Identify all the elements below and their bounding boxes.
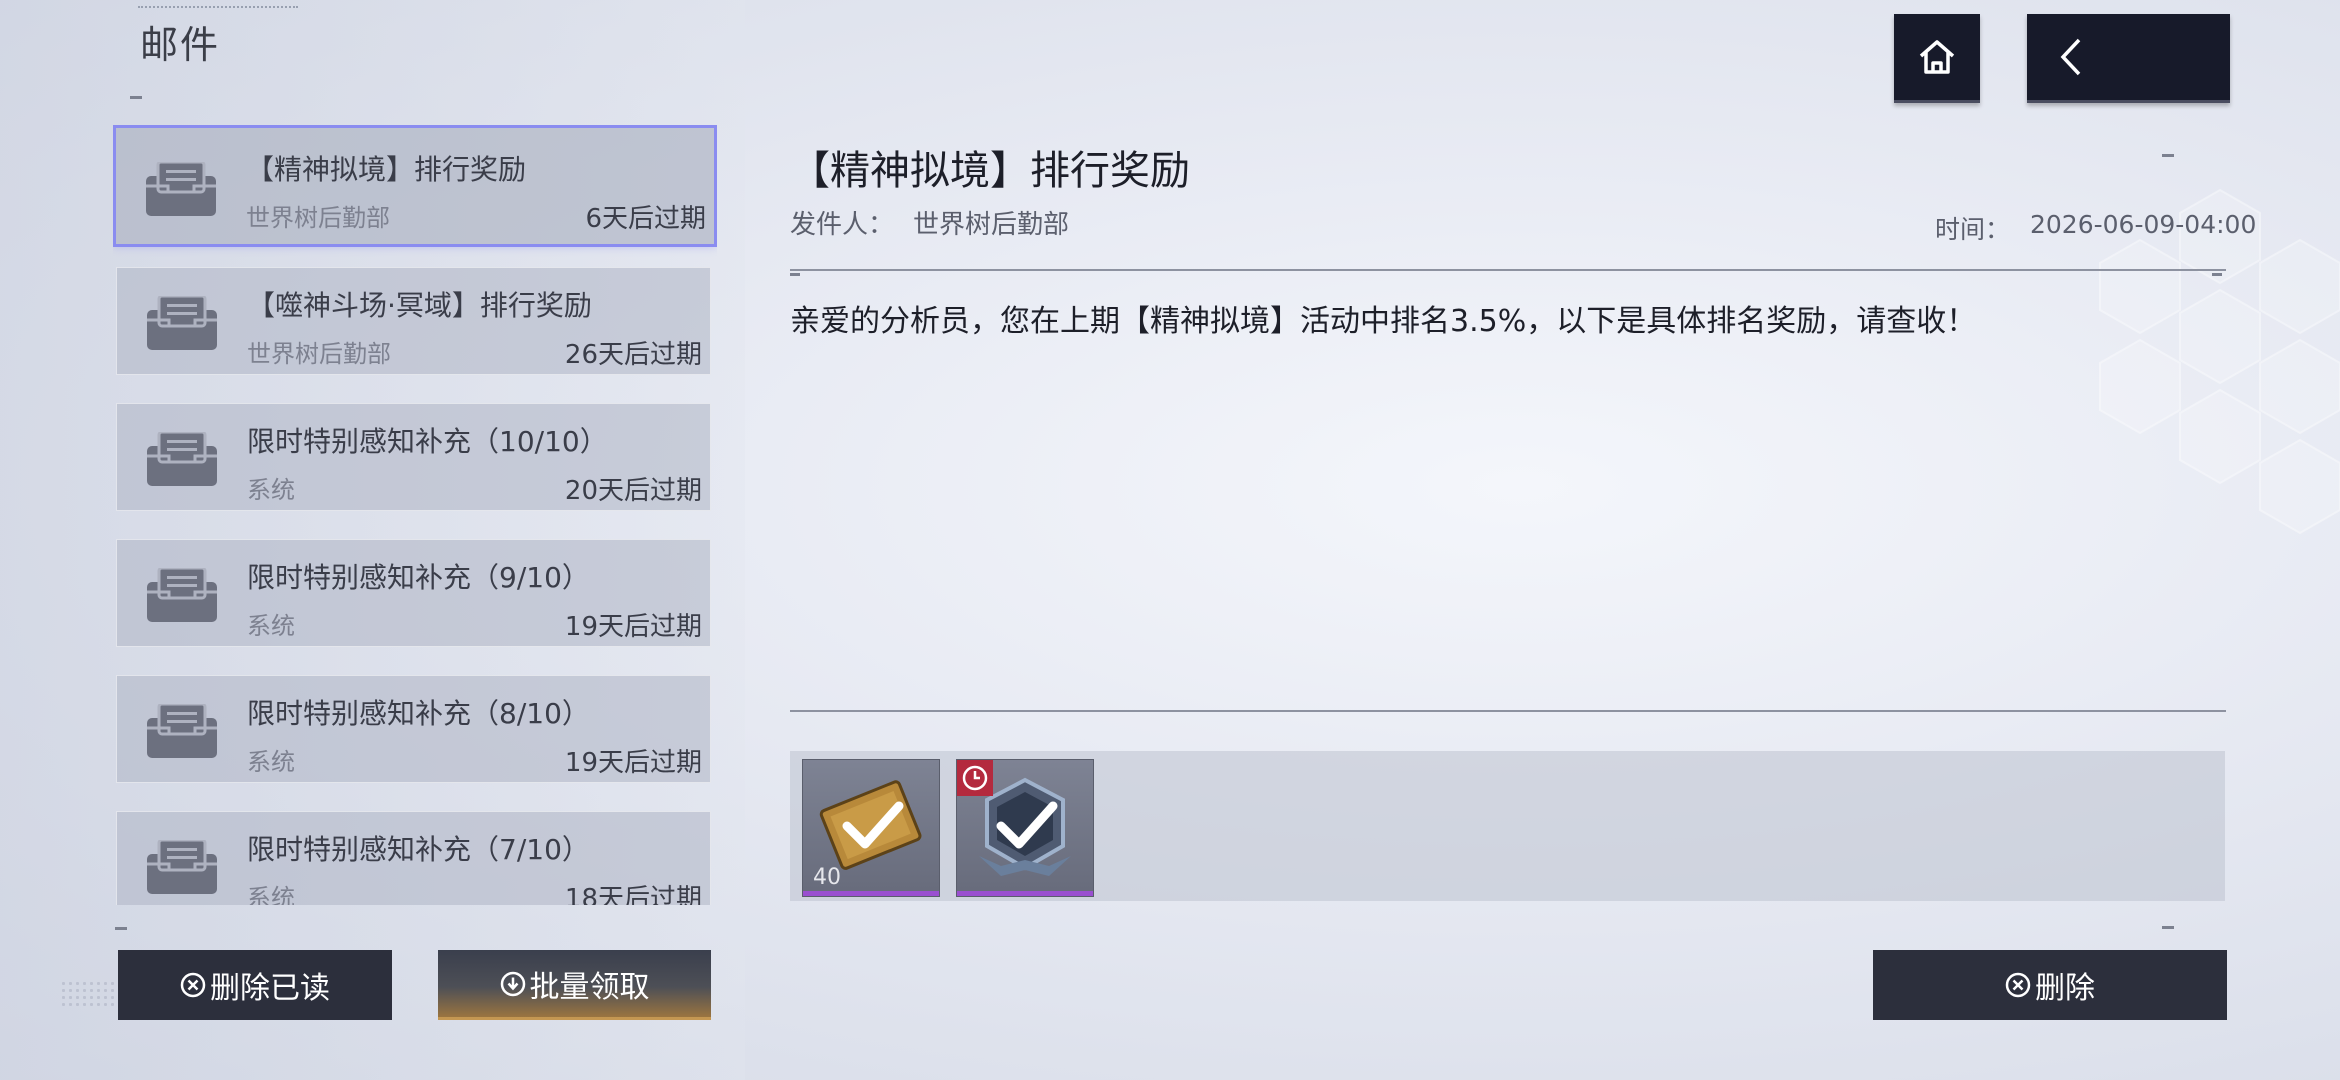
mail-title: 限时特别感知补充（8/10）	[247, 697, 590, 730]
mail-sender: 世界树后勤部	[246, 204, 390, 232]
divider-mark	[2162, 154, 2174, 157]
divider-mark	[115, 927, 127, 930]
inbox-tray-icon	[147, 432, 217, 486]
body-divider	[790, 710, 2226, 712]
mail-title: 限时特别感知补充（9/10）	[247, 561, 590, 594]
rarity-bar	[803, 891, 939, 896]
mail-sender: 系统	[247, 612, 295, 640]
header-divider	[790, 269, 2226, 271]
home-button[interactable]	[1894, 14, 1980, 103]
divider-mark	[130, 96, 142, 99]
mail-title: 【噬神斗场·冥域】排行奖励	[247, 289, 592, 322]
page-title-text: 邮件	[140, 23, 221, 67]
delete-button[interactable]: 删除	[1873, 950, 2227, 1020]
inbox-tray-icon	[146, 162, 216, 216]
mail-title: 【精神拟境】排行奖励	[246, 153, 527, 186]
mail-expire: 19天后过期	[564, 748, 702, 778]
mail-sender: 系统	[247, 748, 295, 776]
inbox-tray-icon	[147, 568, 217, 622]
time-label: 时间：	[1935, 215, 2011, 244]
mail-expire: 18天后过期	[564, 884, 702, 905]
mail-body-text: 亲爱的分析员，您在上期【精神拟境】活动中排名3.5%，以下是具体排名奖励，请查收…	[790, 304, 1977, 339]
sender-label: 发件人：	[790, 210, 895, 240]
divider-mark	[790, 273, 800, 276]
mail-item-2[interactable]: 【噬神斗场·冥域】排行奖励 世界树后勤部 26天后过期	[116, 267, 711, 375]
delete-read-button[interactable]: 删除已读	[118, 950, 392, 1020]
divider-mark	[2212, 273, 2222, 276]
back-button[interactable]	[2027, 14, 2230, 103]
reward-count: 40	[813, 865, 841, 890]
time-value: 2026-06-09-04:00	[2030, 210, 2257, 239]
delete-read-label: 删除已读	[210, 971, 330, 1006]
claim-all-label: 批量领取	[529, 969, 650, 1005]
mail-item-5[interactable]: 限时特别感知补充（8/10） 系统 19天后过期	[116, 675, 711, 783]
claim-all-button[interactable]: 批量领取	[438, 950, 711, 1020]
mail-item-1[interactable]: 【精神拟境】排行奖励 世界树后勤部 6天后过期	[113, 125, 717, 247]
mail-detail-title: 【精神拟境】排行奖励	[790, 148, 1190, 194]
delete-label: 删除	[2035, 971, 2095, 1006]
rarity-bar	[957, 891, 1093, 896]
hexagon-pattern-decoration	[2099, 188, 2340, 535]
mail-expire: 19天后过期	[564, 612, 702, 642]
mail-sender: 系统	[247, 884, 295, 905]
sender-value: 世界树后勤部	[913, 210, 1070, 240]
reward-item-1[interactable]: 40	[802, 759, 940, 897]
inbox-tray-icon	[147, 704, 217, 758]
mail-item-4[interactable]: 限时特别感知补充（9/10） 系统 19天后过期	[116, 539, 711, 647]
reward-strip: 40	[790, 751, 2225, 901]
page-title: 邮件	[138, 6, 298, 69]
close-circle-icon	[180, 972, 206, 998]
clock-icon	[962, 765, 988, 791]
mail-title: 限时特别感知补充（10/10）	[247, 425, 608, 458]
mail-item-3[interactable]: 限时特别感知补充（10/10） 系统 20天后过期	[116, 403, 711, 511]
mail-item-6[interactable]: 限时特别感知补充（7/10） 系统 18天后过期	[116, 811, 711, 905]
title-decoration	[138, 6, 298, 11]
home-icon	[1919, 40, 1955, 74]
mail-sender: 世界树后勤部	[247, 340, 391, 368]
mail-expire: 20天后过期	[564, 476, 702, 506]
mail-expire: 6天后过期	[585, 204, 706, 234]
inbox-tray-icon	[147, 296, 217, 350]
inbox-tray-icon	[147, 840, 217, 894]
close-circle-icon	[2005, 972, 2031, 998]
chevron-left-icon	[2060, 38, 2081, 76]
limited-time-badge	[957, 760, 993, 796]
reward-item-2[interactable]	[956, 759, 1094, 897]
mail-title: 限时特别感知补充（7/10）	[247, 833, 590, 866]
mail-expire: 26天后过期	[564, 340, 702, 370]
download-circle-icon	[500, 971, 525, 996]
mail-sender: 系统	[247, 476, 295, 504]
divider-mark	[2162, 926, 2174, 929]
mail-list: 【精神拟境】排行奖励 世界树后勤部 6天后过期 【噬神斗场·冥域】排行奖励 世界…	[113, 125, 717, 905]
